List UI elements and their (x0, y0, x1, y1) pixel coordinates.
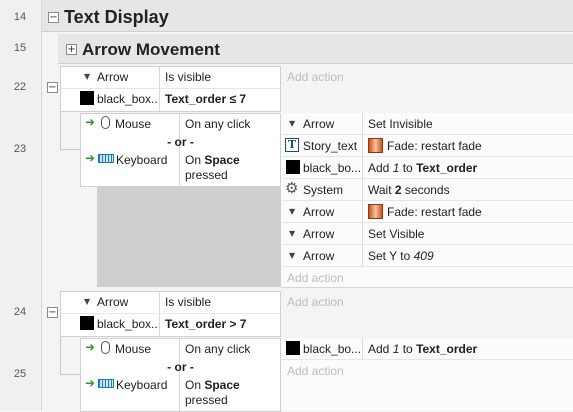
condition-object: Arrow (97, 295, 129, 309)
add-action-link[interactable]: Add action (287, 271, 344, 285)
column-divider (159, 292, 160, 336)
row-number: 22 (13, 81, 27, 93)
action-object: Arrow (303, 249, 335, 263)
action-object: Story_text (303, 139, 358, 153)
condition-object: Mouse (115, 342, 152, 356)
row-divider (282, 134, 573, 135)
action-text[interactable]: Add 1 to Text_order (368, 161, 477, 175)
fade-behavior-icon (368, 204, 383, 219)
tree-line (60, 112, 61, 150)
row-divider (282, 244, 573, 245)
trigger-arrow-icon: ➜ (85, 151, 96, 165)
column-divider (159, 67, 160, 111)
group-title: Arrow Movement (82, 40, 220, 59)
condition-text[interactable]: On any click (185, 117, 250, 131)
black-box-icon (286, 160, 300, 174)
row-number: 25 (13, 368, 27, 380)
action-text[interactable]: Fade: restart fade (387, 205, 482, 219)
condition-text[interactable]: Text_order ≤ 7 (165, 92, 246, 106)
add-action-link[interactable]: Add action (287, 295, 344, 309)
triangle-down-icon: ▼ (289, 207, 296, 216)
action-object: black_bo... (303, 161, 361, 175)
group-title: Text Display (64, 7, 169, 27)
condition-text-cont: pressed (185, 393, 228, 407)
action-text[interactable]: Wait 2 seconds (368, 183, 450, 197)
mouse-icon (101, 341, 110, 354)
condition-object: Keyboard (116, 378, 168, 392)
triangle-down-icon: ▼ (289, 229, 296, 238)
mouse-icon (101, 116, 110, 129)
row-divider (282, 200, 573, 201)
condition-text[interactable]: Is visible (165, 295, 211, 309)
triangle-down-icon: ▼ (289, 119, 296, 128)
tree-line (60, 374, 80, 375)
condition-object: black_box... (97, 317, 157, 331)
action-object: Arrow (303, 227, 335, 241)
condition-text[interactable]: On any click (185, 342, 250, 356)
row-divider (61, 313, 280, 314)
trigger-arrow-icon: ➜ (85, 376, 96, 390)
text-object-icon: T (285, 138, 299, 152)
tree-line (60, 337, 61, 375)
event-23-conditions[interactable] (80, 113, 281, 187)
row-number-gutter (0, 0, 42, 410)
black-box-icon (80, 316, 94, 330)
column-divider (179, 339, 180, 411)
row-divider (282, 222, 573, 223)
trigger-arrow-icon: ➜ (85, 340, 96, 354)
column-divider (179, 114, 180, 186)
condition-text[interactable]: On Space (185, 378, 240, 392)
triangle-down-icon: ▼ (84, 72, 91, 81)
action-text[interactable]: Fade: restart fade (387, 139, 482, 153)
condition-object: Keyboard (116, 153, 168, 167)
action-text[interactable]: Set Visible (368, 227, 424, 241)
row-divider (282, 156, 573, 157)
action-object: Arrow (303, 117, 335, 131)
triangle-down-icon: ▼ (84, 297, 91, 306)
collapse-icon[interactable]: − (47, 307, 58, 318)
black-box-icon (80, 91, 94, 105)
action-text[interactable]: Set Invisible (368, 117, 433, 131)
gear-icon: ⚙ (285, 179, 299, 197)
collapse-icon[interactable]: − (48, 12, 59, 23)
row-number: 14 (13, 11, 27, 23)
row-divider (282, 359, 573, 360)
action-object: System (303, 183, 344, 197)
condition-text[interactable]: On Space (185, 153, 240, 167)
tree-line (60, 149, 80, 150)
collapse-icon[interactable]: − (47, 82, 58, 93)
keyboard-icon (98, 154, 114, 163)
row-divider (282, 266, 573, 267)
condition-object: black_box... (97, 92, 157, 106)
keyboard-icon (98, 379, 114, 388)
condition-text-cont: pressed (185, 168, 228, 182)
condition-object: Mouse (115, 117, 152, 131)
add-action-link[interactable]: Add action (287, 364, 344, 378)
triangle-down-icon: ▼ (289, 251, 296, 260)
condition-text[interactable]: Is visible (165, 70, 211, 84)
condition-text[interactable]: Text_order > 7 (165, 317, 246, 331)
row-number: 23 (13, 143, 27, 155)
empty-event-area (97, 187, 281, 287)
event-25-conditions[interactable] (80, 338, 281, 412)
column-divider (362, 338, 363, 360)
fade-behavior-icon (368, 138, 383, 153)
condition-object: Arrow (97, 70, 129, 84)
add-action-link[interactable]: Add action (287, 70, 344, 84)
action-object: Arrow (303, 205, 335, 219)
or-separator: - or - (167, 360, 194, 374)
row-number: 24 (13, 306, 27, 318)
row-number: 15 (13, 42, 27, 54)
row-divider (61, 88, 280, 89)
trigger-arrow-icon: ➜ (85, 115, 96, 129)
or-separator: - or - (167, 135, 194, 149)
action-object: black_bo... (303, 342, 361, 356)
black-box-icon (286, 341, 300, 355)
action-text[interactable]: Set Y to 409 (368, 249, 434, 263)
action-text[interactable]: Add 1 to Text_order (368, 342, 477, 356)
row-divider (282, 178, 573, 179)
expand-icon[interactable]: + (66, 44, 77, 55)
